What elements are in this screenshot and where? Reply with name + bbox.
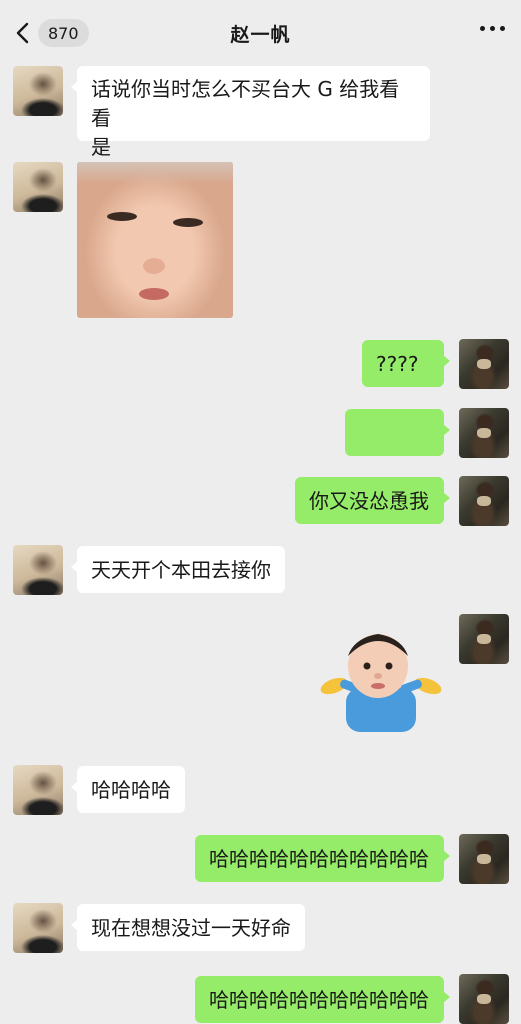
message-bubble-incoming[interactable]: 天天开个本田去接你 xyxy=(71,546,285,593)
contact-avatar[interactable] xyxy=(13,903,63,953)
chat-header: 870 赵一帆 xyxy=(0,0,521,66)
my-avatar[interactable] xyxy=(459,408,509,458)
message-bubble-outgoing[interactable]: ???? xyxy=(362,340,450,387)
message-bubble-outgoing[interactable]: 哈哈哈哈哈哈哈哈哈哈哈 xyxy=(195,976,450,1023)
my-avatar[interactable] xyxy=(459,614,509,664)
voice-message-bubble[interactable]: 2" xyxy=(345,409,450,501)
my-avatar[interactable] xyxy=(459,974,509,1024)
dot-icon xyxy=(480,26,485,31)
message-bubble-outgoing[interactable]: 哈哈哈哈哈哈哈哈哈哈哈 xyxy=(195,835,450,882)
dot-icon xyxy=(490,26,495,31)
my-avatar[interactable] xyxy=(459,834,509,884)
contact-avatar[interactable] xyxy=(13,765,63,815)
message-bubble-incoming[interactable]: 话说你当时怎么不买台大 G 给我看看 是 xyxy=(71,66,430,159)
contact-avatar[interactable] xyxy=(13,162,63,212)
message-bubble-incoming[interactable]: 哈哈哈哈 xyxy=(71,766,185,813)
message-bubble-outgoing[interactable]: 你又没怂恿我 xyxy=(295,477,450,524)
chat-title: 赵一帆 xyxy=(230,24,291,46)
contact-avatar[interactable] xyxy=(13,66,63,116)
baby-shrug-sticker[interactable] xyxy=(318,624,444,734)
more-options-button[interactable] xyxy=(480,26,505,31)
my-avatar[interactable] xyxy=(459,339,509,389)
message-bubble-incoming[interactable]: 现在想想没过一天好命 xyxy=(71,904,305,951)
my-avatar[interactable] xyxy=(459,476,509,526)
contact-avatar[interactable] xyxy=(13,545,63,595)
baby-face-sticker[interactable] xyxy=(77,162,233,318)
dot-icon xyxy=(500,26,505,31)
